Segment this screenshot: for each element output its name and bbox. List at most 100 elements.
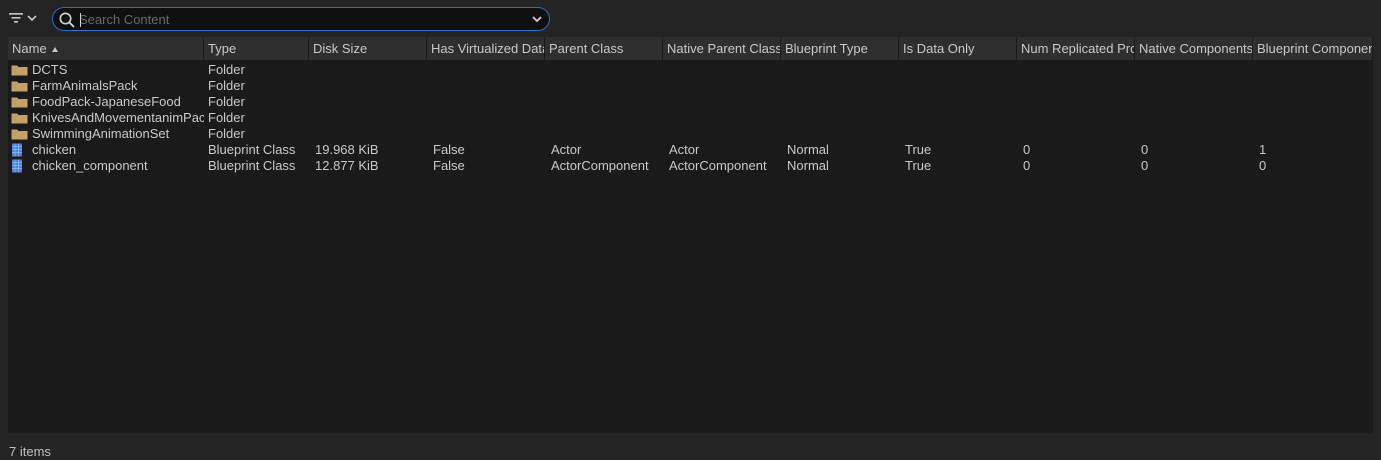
num-replicated-cell (1017, 110, 1135, 126)
column-header-has-virtualized-data[interactable]: Has Virtualized Data (427, 37, 545, 60)
table-row[interactable]: SwimmingAnimationSet Folder (8, 126, 1373, 142)
disk-size-cell (309, 94, 427, 110)
column-header-is-data-only[interactable]: Is Data Only (899, 37, 1017, 60)
column-header-name[interactable]: Name (8, 37, 204, 60)
table-row[interactable]: DCTS Folder (8, 62, 1373, 78)
type-cell: Folder (208, 62, 245, 77)
disk-size-cell (309, 126, 427, 142)
toolbar (0, 0, 1381, 36)
disk-size-cell: 12.877 KiB (315, 158, 379, 173)
search-history-dropdown-icon[interactable] (531, 13, 543, 28)
type-cell: Folder (208, 126, 245, 141)
column-header-disk-size[interactable]: Disk Size (309, 37, 427, 60)
is-data-only-cell: True (905, 142, 932, 157)
native-components-cell (1135, 126, 1253, 142)
table-body: DCTS Folder FarmAnimalsPack Folder FoodPack-… (8, 62, 1373, 174)
search-icon (58, 11, 76, 32)
chevron-down-icon (27, 14, 37, 22)
asset-name-label: FoodPack-JapaneseFood (32, 94, 181, 109)
blueprint-type-cell: Normal (787, 158, 829, 173)
native-components-cell: 0 (1141, 142, 1149, 157)
column-header-label: Disk Size (313, 41, 368, 56)
column-header-label: Blueprint Componer (1257, 41, 1373, 56)
column-header-blueprint-type[interactable]: Blueprint Type (781, 37, 899, 60)
parent-class-cell (545, 110, 663, 126)
table-row[interactable]: KnivesAndMovementanimPack Folder (8, 110, 1373, 126)
table-row[interactable]: chicken_component Blueprint Class 12.877 K… (8, 158, 1373, 174)
item-count: 7 items (9, 444, 51, 459)
native-parent-class-cell: Actor (669, 142, 700, 157)
column-header-label: Num Replicated Pro (1021, 41, 1135, 56)
table-row[interactable]: FoodPack-JapaneseFood Folder (8, 94, 1373, 110)
name-cell: FoodPack-JapaneseFood (8, 94, 204, 110)
column-header-label: Native Components (1139, 41, 1253, 56)
column-header-label: Name (12, 41, 47, 56)
folder-icon (11, 79, 28, 93)
column-header-label: Parent Class (549, 41, 624, 56)
is-data-only-cell: True (905, 158, 932, 173)
column-header-num-replicated-properties[interactable]: Num Replicated Pro (1017, 37, 1135, 60)
native-components-cell: 0 (1141, 158, 1149, 173)
asset-name-label: chicken_component (32, 158, 148, 173)
asset-name-label: SwimmingAnimationSet (32, 126, 170, 141)
name-cell: chicken (8, 142, 204, 158)
asset-name-label: DCTS (32, 62, 68, 77)
is-data-only-cell (899, 78, 1017, 94)
native-parent-class-cell (663, 62, 781, 78)
search-input[interactable] (79, 10, 519, 28)
disk-size-cell (309, 110, 427, 126)
sort-ascending-icon (51, 47, 58, 52)
column-header-type[interactable]: Type (204, 37, 309, 60)
column-header-label: Type (208, 41, 237, 56)
folder-icon (11, 111, 28, 125)
is-data-only-cell (899, 110, 1017, 126)
has-virtualized-data-cell (427, 126, 545, 142)
table-row[interactable]: FarmAnimalsPack Folder (8, 78, 1373, 94)
parent-class-cell (545, 78, 663, 94)
num-replicated-cell (1017, 78, 1135, 94)
name-cell: FarmAnimalsPack (8, 78, 204, 94)
status-bar: 7 items (0, 433, 1381, 460)
column-header-blueprint-components[interactable]: Blueprint Componer (1253, 37, 1373, 60)
table-header: Name Type Disk Size Has Virtualized Data… (8, 37, 1373, 60)
filter-icon (8, 11, 24, 25)
blueprint-components-cell (1253, 94, 1373, 110)
column-header-native-components[interactable]: Native Components (1135, 37, 1253, 60)
parent-class-cell (545, 94, 663, 110)
blueprint-icon (11, 159, 28, 173)
native-parent-class-cell: ActorComponent (669, 158, 767, 173)
blueprint-components-cell: 0 (1259, 158, 1267, 173)
parent-class-cell (545, 62, 663, 78)
folder-icon (11, 127, 28, 141)
asset-name-label: FarmAnimalsPack (32, 78, 138, 93)
native-parent-class-cell (663, 94, 781, 110)
blueprint-type-cell: Normal (787, 142, 829, 157)
native-components-cell (1135, 110, 1253, 126)
native-parent-class-cell (663, 110, 781, 126)
type-cell: Folder (208, 110, 245, 125)
column-header-label: Is Data Only (903, 41, 975, 56)
search-box[interactable] (52, 7, 550, 31)
parent-class-cell (545, 126, 663, 142)
blueprint-type-cell (781, 110, 899, 126)
name-cell: chicken_component (8, 158, 204, 174)
name-cell: KnivesAndMovementanimPack (8, 110, 204, 126)
parent-class-cell: Actor (551, 142, 582, 157)
disk-size-cell (309, 62, 427, 78)
column-header-parent-class[interactable]: Parent Class (545, 37, 663, 60)
filter-button[interactable] (8, 8, 44, 28)
has-virtualized-data-cell: False (433, 158, 465, 173)
column-header-native-parent-class[interactable]: Native Parent Class (663, 37, 781, 60)
table-row[interactable]: chicken Blueprint Class 19.968 KiB False Act… (8, 142, 1373, 158)
type-cell: Folder (208, 78, 245, 93)
blueprint-type-cell (781, 94, 899, 110)
column-header-label: Blueprint Type (785, 41, 868, 56)
blueprint-components-cell (1253, 62, 1373, 78)
folder-icon (11, 95, 28, 109)
num-replicated-cell: 0 (1023, 158, 1031, 173)
is-data-only-cell (899, 94, 1017, 110)
type-cell: Blueprint Class (208, 158, 296, 173)
blueprint-components-cell (1253, 110, 1373, 126)
has-virtualized-data-cell (427, 94, 545, 110)
text-cursor (80, 13, 81, 27)
